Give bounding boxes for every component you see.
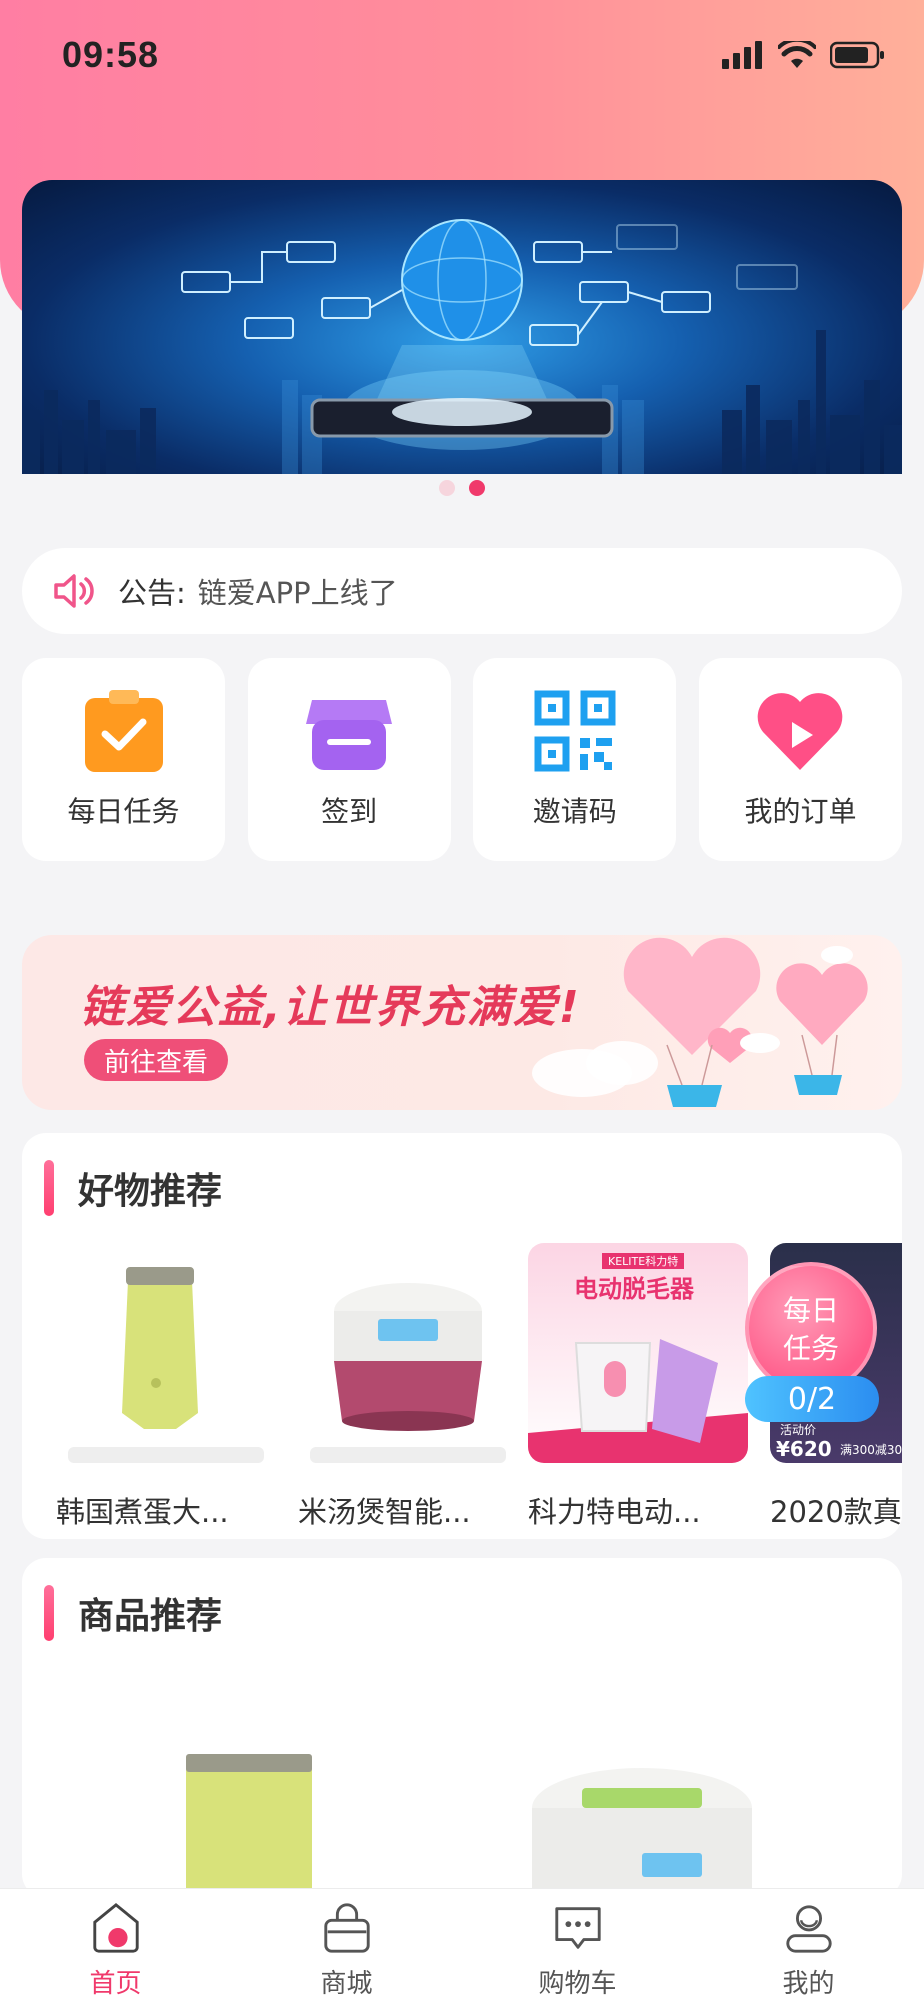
tab-label: 商城 <box>320 1969 373 1999</box>
task-label-line1: 每日 <box>782 1294 839 1327</box>
daily-task-float-button[interactable]: 每日 任务 <box>745 1262 877 1394</box>
product-image: KELITE科力特 电动脱毛器 <box>528 1243 748 1463</box>
signal-icon <box>722 41 762 69</box>
notice-bar[interactable]: 公告: 链爱APP上线了 <box>22 548 902 634</box>
quick-invite-code[interactable]: 邀请码 <box>473 658 677 861</box>
quick-my-orders[interactable]: 我的订单 <box>698 658 902 861</box>
section-accent-bar <box>44 1160 54 1216</box>
user-icon <box>785 1905 832 1953</box>
shop-icon <box>306 699 393 770</box>
status-bar: 09:58 <box>0 0 924 110</box>
status-icons <box>722 41 886 69</box>
tab-home[interactable]: 首页 <box>0 1889 231 2000</box>
quick-label: 每日任务 <box>67 794 180 828</box>
task-progress: 0/2 <box>745 1376 879 1422</box>
quick-label: 我的订单 <box>744 794 857 828</box>
product-preview-images[interactable] <box>22 1668 902 1898</box>
product-image <box>56 1243 276 1463</box>
tab-label: 我的 <box>782 1969 835 1999</box>
speaker-icon <box>54 574 94 608</box>
section-header: 好物推荐 <box>22 1133 902 1243</box>
banner-illustration <box>22 219 902 474</box>
charity-banner[interactable]: 链爱公益,让世界充满爱! 前往查看 <box>22 935 902 1110</box>
good-item[interactable]: KELITE科力特 电动脱毛器 科力特电动... <box>528 1243 748 1531</box>
tab-cart[interactable]: 购物车 <box>462 1889 693 2000</box>
product-name: 韩国煮蛋大... <box>56 1495 229 1529</box>
product-promo: 满300减30 <box>840 1443 902 1457</box>
section-accent-bar <box>44 1585 54 1641</box>
quick-label: 邀请码 <box>532 794 617 828</box>
wifi-icon <box>778 41 816 68</box>
quick-daily-task[interactable]: 每日任务 <box>22 658 225 861</box>
chat-bubble-icon <box>554 1907 601 1949</box>
qrcode-icon <box>534 690 616 771</box>
home-icon <box>92 1902 139 1953</box>
good-item[interactable]: 韩国煮蛋大... <box>56 1243 276 1531</box>
product-image <box>298 1243 518 1463</box>
tab-profile[interactable]: 我的 <box>693 1889 924 2000</box>
section-title: 好物推荐 <box>78 1171 223 1212</box>
tab-mall[interactable]: 商城 <box>231 1889 462 2000</box>
notice-label: 公告: <box>118 576 186 610</box>
good-item[interactable]: 米汤煲智能... <box>298 1243 518 1531</box>
quick-label: 签到 <box>321 794 378 828</box>
checklist-icon <box>84 689 163 772</box>
heart-play-icon <box>758 692 843 770</box>
quick-actions: 每日任务 签到 邀请码 我的订单 <box>22 658 902 861</box>
shopping-bag-icon <box>323 1903 370 1953</box>
product-name: 科力特电动... <box>528 1495 701 1529</box>
battery-icon <box>830 41 884 69</box>
banner-dot[interactable] <box>439 480 455 496</box>
bottom-tab-bar: 首页 商城 购物车 我的 <box>0 1888 924 2000</box>
product-name: 米汤煲智能... <box>298 1495 471 1529</box>
quick-sign-in[interactable]: 签到 <box>247 658 451 861</box>
product-price: ¥620 <box>776 1437 832 1461</box>
tab-label: 购物车 <box>538 1969 617 1999</box>
section-title: 商品推荐 <box>78 1596 223 1637</box>
tab-label: 首页 <box>89 1969 142 1999</box>
banner-carousel[interactable] <box>22 180 902 474</box>
price-tag: 活动价 <box>780 1423 817 1437</box>
task-label-line2: 任务 <box>782 1332 839 1365</box>
product-recommend-section: 商品推荐 <box>22 1558 902 1898</box>
status-time: 09:58 <box>62 34 160 75</box>
banner-dot-active[interactable] <box>469 480 485 496</box>
heart-balloons-illustration <box>532 937 868 1107</box>
section-header: 商品推荐 <box>22 1558 902 1668</box>
notice-text: 链爱APP上线了 <box>197 576 398 610</box>
product-name: 2020款真 <box>770 1495 902 1529</box>
banner-dots <box>0 480 924 496</box>
